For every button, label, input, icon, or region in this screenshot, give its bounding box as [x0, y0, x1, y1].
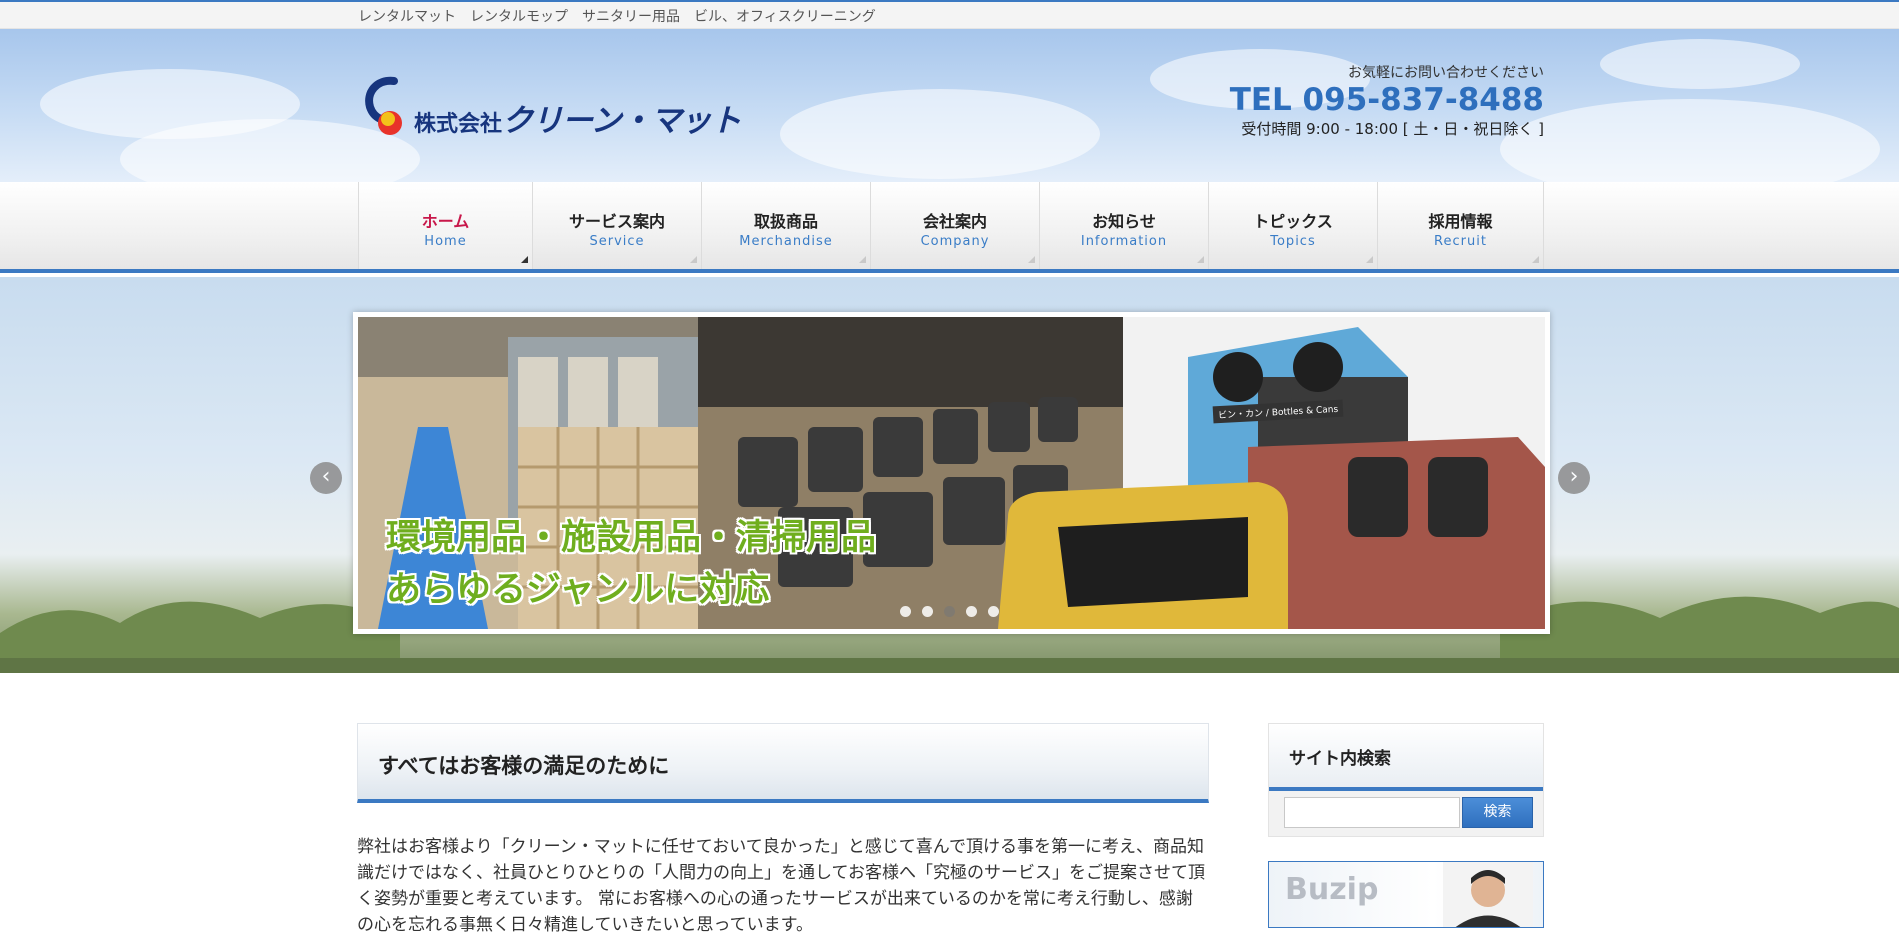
- corner-arrow-icon: [1028, 256, 1035, 263]
- slider-pagination: [900, 606, 1000, 618]
- nav-item-sublabel: Recruit: [1434, 234, 1487, 249]
- search-button[interactable]: 検索: [1462, 797, 1533, 828]
- nav-item-home[interactable]: ホーム Home: [358, 182, 532, 269]
- nav-item-label: サービス案内: [568, 212, 665, 231]
- nav-item-sublabel: Merchandise: [739, 234, 833, 249]
- slider-dot[interactable]: [922, 606, 933, 617]
- slider-prev-button[interactable]: ‹: [310, 462, 342, 494]
- contact-info: お気軽にお問い合わせください TEL 095-837-8488 受付時間 9:0…: [1230, 62, 1544, 139]
- main-title-box: すべてはお客様の満足のために: [357, 723, 1209, 803]
- nav-item-information[interactable]: お知らせ Information: [1039, 182, 1208, 269]
- slider-dot[interactable]: [900, 606, 911, 617]
- nav-item-sublabel: Home: [424, 234, 467, 249]
- banner-text: Buzip: [1285, 872, 1379, 907]
- corner-arrow-icon: [859, 256, 866, 263]
- site-search-widget: サイト内検索 検索: [1268, 723, 1544, 837]
- corner-arrow-icon: [690, 256, 697, 263]
- contact-note: お気軽にお問い合わせください: [1348, 65, 1544, 81]
- main-nav: ホーム Home サービス案内 Service 取扱商品 Merchandise…: [0, 182, 1899, 273]
- slider-frame: 環境用品・施設用品・清掃用品 あらゆるジャンルに対応 ビン・カン / Bottl…: [353, 312, 1550, 634]
- slider-next-button[interactable]: ›: [1558, 462, 1590, 494]
- search-input[interactable]: [1284, 797, 1460, 828]
- nav-item-sublabel: Company: [920, 234, 990, 249]
- nav-item-label: 採用情報: [1428, 212, 1493, 231]
- slider-dot[interactable]: [966, 606, 977, 617]
- corner-arrow-icon: [1366, 256, 1373, 263]
- widget-header: サイト内検索: [1269, 724, 1543, 791]
- nav-item-merchandise[interactable]: 取扱商品 Merchandise: [701, 182, 870, 269]
- hero-section: 環境用品・施設用品・清掃用品 あらゆるジャンルに対応 ビン・カン / Bottl…: [0, 277, 1899, 673]
- phone-number[interactable]: TEL 095-837-8488: [1230, 82, 1544, 118]
- nav-item-sublabel: Topics: [1270, 234, 1316, 249]
- nav-item-label: トピックス: [1253, 212, 1333, 231]
- nav-item-sublabel: Information: [1080, 234, 1168, 249]
- nav-item-label: 取扱商品: [753, 212, 818, 231]
- nav-item-service[interactable]: サービス案内 Service: [532, 182, 701, 269]
- slide-caption: 環境用品・施設用品・清掃用品 あらゆるジャンルに対応: [386, 518, 877, 610]
- nav-item-topics[interactable]: トピックス Topics: [1208, 182, 1377, 269]
- company-logo[interactable]: 株式会社クリーン・マット: [364, 75, 741, 139]
- logo-mark-icon: [365, 76, 402, 135]
- corner-arrow-icon: [521, 256, 528, 263]
- nav-item-label: ホーム: [421, 212, 470, 231]
- person-photo-icon: [1443, 862, 1533, 927]
- nav-item-company[interactable]: 会社案内 Company: [870, 182, 1039, 269]
- chevron-left-icon: ‹: [321, 464, 331, 489]
- nav-item-sublabel: Service: [589, 234, 645, 249]
- nav-item-recruit[interactable]: 採用情報 Recruit: [1377, 182, 1544, 269]
- buzip-banner[interactable]: Buzip: [1268, 861, 1544, 928]
- top-bar: レンタルマット レンタルモップ サニタリー用品 ビル、オフィスクリーニング: [0, 0, 1899, 29]
- widget-title: サイト内検索: [1289, 749, 1391, 769]
- corner-arrow-icon: [1532, 256, 1539, 263]
- slider-dot[interactable]: [988, 606, 999, 617]
- site-header: 株式会社クリーン・マット お気軽にお問い合わせください TEL 095-837-…: [0, 29, 1899, 182]
- top-bar-text: レンタルマット レンタルモップ サニタリー用品 ビル、オフィスクリーニング: [358, 9, 876, 25]
- corner-arrow-icon: [1197, 256, 1204, 263]
- slide-image[interactable]: 環境用品・施設用品・清掃用品 あらゆるジャンルに対応 ビン・カン / Bottl…: [358, 317, 1545, 629]
- chevron-right-icon: ›: [1569, 464, 1579, 489]
- slider-dot[interactable]: [944, 606, 955, 617]
- nav-item-label: 会社案内: [922, 212, 987, 231]
- business-hours: 受付時間 9:00 - 18:00 [ 土・日・祝日除く ]: [1241, 120, 1544, 138]
- nav-item-label: お知らせ: [1092, 212, 1156, 231]
- page-title: すべてはお客様の満足のために: [378, 754, 670, 778]
- intro-text: 弊社はお客様より「クリーン・マットに任せておいて良かった」と感じて喜んで頂ける事…: [357, 837, 1205, 935]
- logo-text: 株式会社クリーン・マット: [414, 103, 741, 139]
